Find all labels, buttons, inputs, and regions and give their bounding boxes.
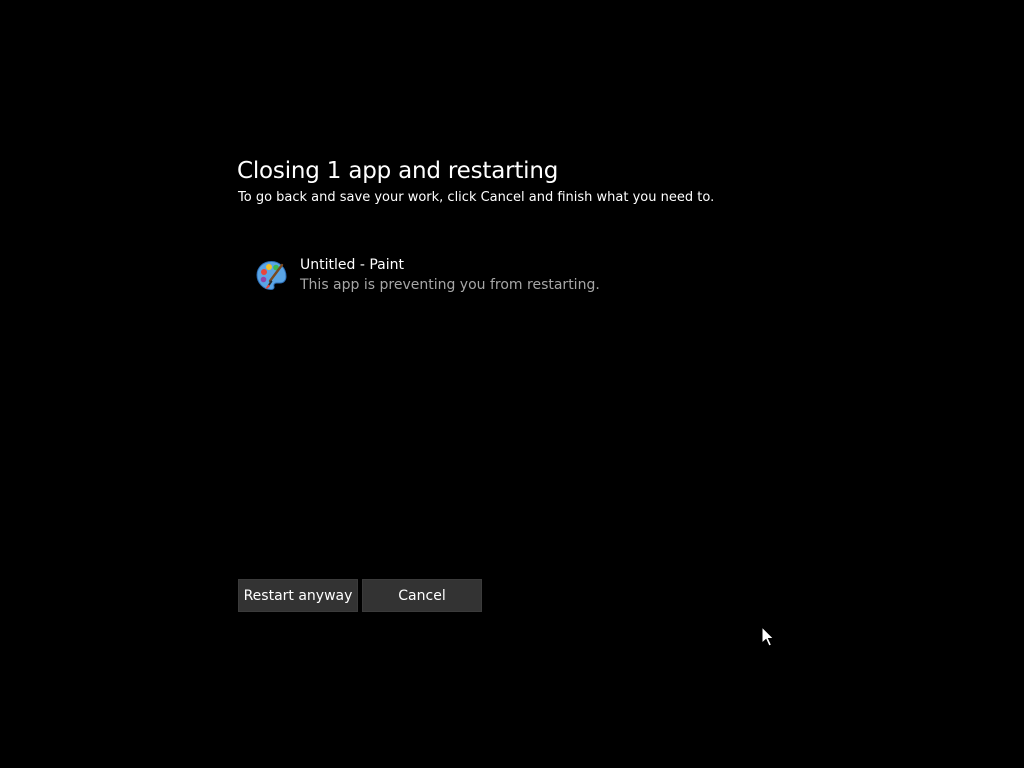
restart-anyway-button[interactable]: Restart anyway xyxy=(238,579,358,612)
paint-palette-icon xyxy=(255,259,288,292)
blocking-app-item: Untitled - Paint This app is preventing … xyxy=(255,256,655,298)
app-name: Untitled - Paint xyxy=(300,257,404,273)
app-description: This app is preventing you from restarti… xyxy=(300,277,600,293)
dialog-subtitle: To go back and save your work, click Can… xyxy=(238,190,715,205)
mouse-pointer-icon xyxy=(761,625,775,648)
dialog-title: Closing 1 app and restarting xyxy=(237,158,559,184)
restart-blocker-screen: Closing 1 app and restarting To go back … xyxy=(0,0,1024,768)
cancel-button[interactable]: Cancel xyxy=(362,579,482,612)
